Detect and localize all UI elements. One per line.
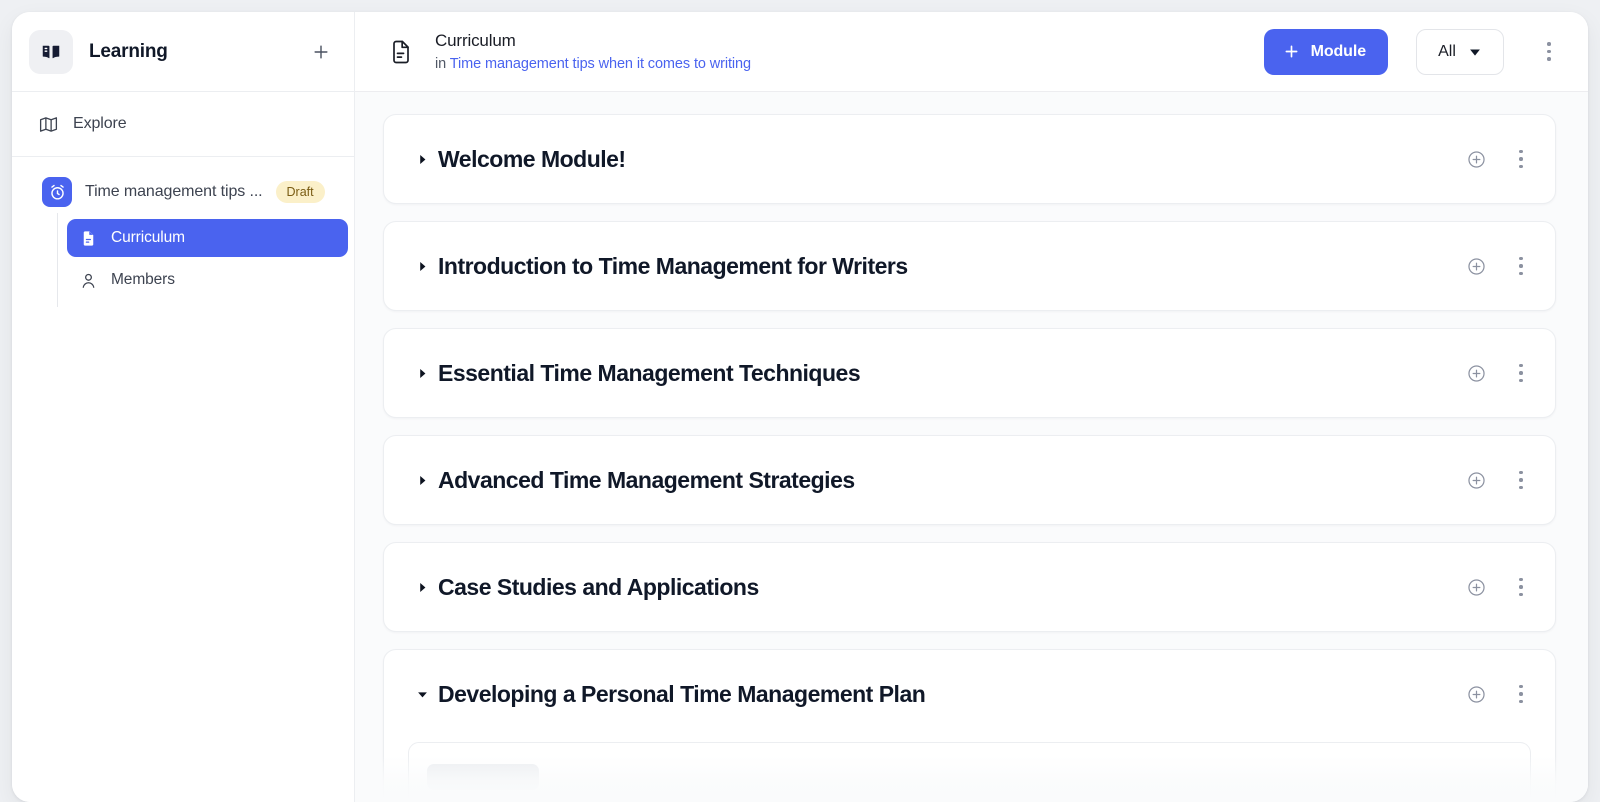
add-workspace-button[interactable] bbox=[306, 37, 336, 67]
status-badge: Draft bbox=[276, 181, 325, 203]
map-icon bbox=[38, 114, 59, 135]
sidebar-course-section: Time management tips ... Draft Curriculu… bbox=[12, 157, 354, 317]
module-body bbox=[384, 738, 1555, 802]
module-header-row[interactable]: Developing a Personal Time Management Pl… bbox=[384, 650, 1555, 738]
document-icon bbox=[383, 34, 419, 70]
person-icon bbox=[79, 271, 98, 290]
module-overflow-button[interactable] bbox=[1507, 466, 1535, 494]
breadcrumb-prefix: in bbox=[435, 56, 446, 72]
module-title: Essential Time Management Techniques bbox=[438, 360, 1461, 387]
module-title: Introduction to Time Management for Writ… bbox=[438, 253, 1461, 280]
add-lesson-button[interactable] bbox=[1461, 251, 1491, 281]
breadcrumb: in Time management tips when it comes to… bbox=[435, 54, 1248, 74]
sidebar-item-label: Members bbox=[111, 271, 175, 289]
sidebar-item-explore[interactable]: Explore bbox=[12, 104, 354, 144]
workspace-title: Learning bbox=[89, 41, 306, 63]
module-title: Welcome Module! bbox=[438, 146, 1461, 173]
module-header-row[interactable]: Welcome Module! bbox=[384, 115, 1555, 203]
add-lesson-button[interactable] bbox=[1461, 679, 1491, 709]
sidebar-item-members[interactable]: Members bbox=[67, 261, 348, 299]
sidebar-course-subnav: Curriculum Members bbox=[57, 213, 354, 307]
module-title: Developing a Personal Time Management Pl… bbox=[438, 681, 1461, 708]
filter-value: All bbox=[1438, 43, 1456, 61]
chevron-right-icon[interactable] bbox=[416, 474, 434, 487]
plus-icon bbox=[1282, 42, 1301, 61]
chevron-right-icon[interactable] bbox=[416, 581, 434, 594]
header-overflow-button[interactable] bbox=[1532, 35, 1566, 69]
sidebar-nav-section: Explore bbox=[12, 92, 354, 157]
module-list: Welcome Module! Introduction to Time Mana… bbox=[355, 114, 1588, 802]
add-lesson-button[interactable] bbox=[1461, 465, 1491, 495]
content-header: Curriculum in Time management tips when … bbox=[355, 12, 1588, 92]
add-lesson-button[interactable] bbox=[1461, 144, 1491, 174]
module-card: Case Studies and Applications bbox=[383, 542, 1556, 632]
module-card: Introduction to Time Management for Writ… bbox=[383, 221, 1556, 311]
module-overflow-button[interactable] bbox=[1507, 252, 1535, 280]
add-module-button[interactable]: Module bbox=[1264, 29, 1388, 75]
document-icon bbox=[79, 229, 98, 248]
module-header-row[interactable]: Essential Time Management Techniques bbox=[384, 329, 1555, 417]
sidebar-course-name: Time management tips ... bbox=[85, 183, 263, 201]
header-title-block: Curriculum in Time management tips when … bbox=[435, 30, 1248, 74]
module-list-scroll-area[interactable]: Welcome Module! Introduction to Time Mana… bbox=[355, 92, 1588, 802]
breadcrumb-course-link[interactable]: Time management tips when it comes to wr… bbox=[450, 56, 751, 72]
module-title: Case Studies and Applications bbox=[438, 574, 1461, 601]
add-lesson-button[interactable] bbox=[1461, 572, 1491, 602]
sidebar: Learning Explore bbox=[12, 12, 355, 802]
module-overflow-button[interactable] bbox=[1507, 145, 1535, 173]
filter-select[interactable]: All bbox=[1416, 29, 1504, 75]
module-card: Advanced Time Management Strategies bbox=[383, 435, 1556, 525]
lesson-card[interactable] bbox=[408, 742, 1531, 802]
module-card: Essential Time Management Techniques bbox=[383, 328, 1556, 418]
lesson-placeholder bbox=[427, 764, 539, 790]
module-header-row[interactable]: Advanced Time Management Strategies bbox=[384, 436, 1555, 524]
module-card: Developing a Personal Time Management Pl… bbox=[383, 649, 1556, 802]
module-header-row[interactable]: Case Studies and Applications bbox=[384, 543, 1555, 631]
chevron-right-icon[interactable] bbox=[416, 153, 434, 166]
module-title: Advanced Time Management Strategies bbox=[438, 467, 1461, 494]
main-content: Curriculum in Time management tips when … bbox=[355, 12, 1588, 802]
sidebar-item-label: Explore bbox=[73, 115, 127, 133]
sidebar-item-curriculum[interactable]: Curriculum bbox=[67, 219, 348, 257]
module-header-row[interactable]: Introduction to Time Management for Writ… bbox=[384, 222, 1555, 310]
open-book-icon bbox=[29, 30, 73, 74]
page-title: Curriculum bbox=[435, 30, 1248, 52]
add-module-label: Module bbox=[1311, 43, 1366, 61]
workspace-header: Learning bbox=[12, 12, 354, 92]
chevron-right-icon[interactable] bbox=[416, 260, 434, 273]
module-overflow-button[interactable] bbox=[1507, 359, 1535, 387]
add-lesson-button[interactable] bbox=[1461, 358, 1491, 388]
chevron-down-icon[interactable] bbox=[416, 688, 434, 701]
app-window: Learning Explore bbox=[12, 12, 1588, 802]
module-overflow-button[interactable] bbox=[1507, 680, 1535, 708]
alarm-clock-icon bbox=[42, 177, 72, 207]
sidebar-course-item[interactable]: Time management tips ... Draft bbox=[12, 171, 354, 213]
module-card: Welcome Module! bbox=[383, 114, 1556, 204]
chevron-right-icon[interactable] bbox=[416, 367, 434, 380]
chevron-down-icon bbox=[1468, 45, 1482, 59]
module-overflow-button[interactable] bbox=[1507, 573, 1535, 601]
sidebar-item-label: Curriculum bbox=[111, 229, 185, 247]
